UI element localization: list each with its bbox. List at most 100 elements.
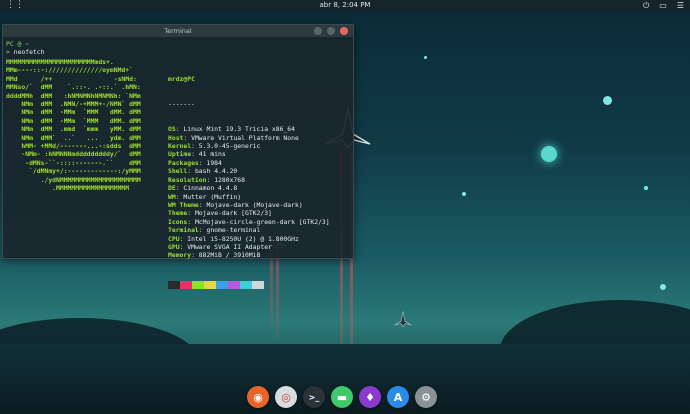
chrome-icon: ◎ [281,390,291,404]
color-swatch [252,280,264,289]
info-key: Kernel [168,142,192,151]
ascii-line: -dMNs-``-::::-------.`` dMM [6,158,141,167]
info-row: WM Theme: Mojave-dark (Mojave-dark) [168,200,303,209]
info-row: Host: VMware Virtual Platform None [168,133,299,142]
info-row: GPU: VMware SVGA II Adapter [168,242,272,251]
info-row: Shell: bash 4.4.20 [168,167,238,176]
info-key: OS [168,125,176,134]
info-row: WM: Mutter (Muffin) [168,192,242,201]
drive-icon[interactable]: ▭ [659,1,667,11]
top-panel: ⋮⋮ abr 8, 2:04 PM ⏻ ▭ ☰ [0,0,690,12]
terminal-window[interactable]: Terminal PC @ ~ > neofetch MMMMMMMMMMMMM… [2,24,354,289]
ascii-line: `/dMNmy+/:-------------:/yMMM [6,167,141,176]
info-row: DE: Cinnamon 4.4.8 [168,184,238,193]
info-row: Uptime: 41 mins [168,150,226,159]
info-key: Theme [168,209,188,218]
terminal-titlebar[interactable]: Terminal [3,25,353,37]
info-key: DE [168,184,176,193]
color-swatch [240,280,252,289]
info-value: 1984 [206,158,222,167]
prompt-symbol: > [6,48,10,57]
color-swatch [192,280,204,289]
info-value: 1280x768 [214,175,245,184]
dock-item-firefox[interactable]: ◉ [247,386,269,408]
maximize-button[interactable] [327,27,335,35]
dock: ◉ ◎ >_ ▬ ♦ A ⚙ [247,383,437,411]
ascii-line: hMM- +MMd/-------...-:sdds dMM [6,142,141,151]
ascii-line: NMm dMM .NMN/-+MMM+-/NMN` dMM [6,100,141,109]
info-key: Host [168,133,184,142]
torch-icon: ♦ [365,390,375,404]
ascii-line: .MMMMMMMMMMMMMMMMMMM [6,184,130,193]
shell-prompt: PC @ ~ [6,40,30,48]
info-value: Mutter (Muffin) [183,192,242,201]
info-row: OS: Linux Mint 19.3 Tricia x86_64 [168,125,295,134]
info-value: Mojave-dark [GTK2/3] [194,209,272,218]
info-value: 882MiB / 3910MiB [198,251,261,260]
color-swatch [216,280,228,289]
info-value: VMware SVGA II Adapter [187,242,272,251]
mint-ascii-logo: MMMMMMMMMMMMMMMMMMMMMMMmds+. MMm----::-:/… [6,58,141,193]
firefox-icon: ◉ [253,390,263,404]
settings-icon: ⚙ [421,390,431,404]
dock-item-torch[interactable]: ♦ [359,386,381,408]
info-value: Cinnamon 4.4.8 [183,184,238,193]
minimize-button[interactable] [314,27,322,35]
close-button[interactable] [340,27,348,35]
ascii-line: ./ydNMMMMMMMMMMMMMMMMMMMMM [6,175,141,184]
ascii-line: MMNso/` dMM `.::-. .-::.` .hMN: [6,83,141,92]
clock[interactable]: abr 8, 2:04 PM [0,1,690,9]
ascii-line: MMMMMMMMMMMMMMMMMMMMMMMmds+. [6,58,114,66]
info-value: VMware Virtual Platform None [191,133,299,142]
info-row: Icons: McMojave-circle-green-dark [GTK2/… [168,217,330,226]
power-icon[interactable]: ⏻ [643,1,649,11]
ascii-line: NMm dMM -MMm `MMM dMM. dMM [6,116,141,125]
dock-item-terminal[interactable]: >_ [303,386,325,408]
terminal-title: Terminal [164,27,192,35]
system-info: mrdz@PC ------- OS: Linux Mint 19.3 Tric… [168,58,330,305]
app-store-icon: A [393,390,403,404]
info-key: Terminal [168,226,199,235]
info-value: McMojave-circle-green-dark [GTK2/3] [194,217,330,226]
info-key: Shell [168,167,188,176]
star [660,284,666,290]
ascii-line: NMm dMM .mmd `mmm yMM. dMM [6,125,141,134]
info-key: CPU [168,234,180,243]
star [462,192,466,196]
planet [541,146,557,162]
info-key: GPU [168,242,180,251]
star [424,56,427,59]
planet [603,96,612,105]
color-palette [168,280,330,289]
ascii-line: NMm dMM` ..` ... ydm. dMM [6,133,141,142]
dock-item-chrome[interactable]: ◎ [275,386,297,408]
star [644,186,648,190]
terminal-icon: >_ [308,392,320,402]
dock-item-settings[interactable]: ⚙ [415,386,437,408]
color-swatch [180,280,192,289]
color-swatch [204,280,216,289]
ascii-line: ddddMMh dMM :hNMNMNhNMNMNh: `NMm [6,91,141,100]
info-row: Resolution: 1280x768 [168,175,245,184]
terminal-output[interactable]: PC @ ~ > neofetch MMMMMMMMMMMMMMMMMMMMMM… [3,37,353,289]
ascii-line: -NMm- :hNMNNNmdddddddddy/` dMM [6,150,141,159]
info-key: Memory [168,251,192,260]
info-key: Resolution [168,175,207,184]
starship-far [394,311,412,328]
info-row: Terminal: gnome-terminal [168,226,261,235]
info-key: Uptime [168,150,192,159]
menu-icon[interactable]: ☰ [677,1,684,11]
info-value: bash 4.4.20 [194,167,238,176]
info-value: 5.3.0-45-generic [198,142,261,151]
info-row: Theme: Mojave-dark [GTK2/3] [168,209,272,218]
info-key: Icons [168,217,188,226]
info-row: Kernel: 5.3.0-45-generic [168,142,261,151]
info-value: 41 mins [198,150,226,159]
dock-item-app-store[interactable]: A [387,386,409,408]
info-value: gnome-terminal [206,226,261,235]
info-key: WM Theme [168,200,199,209]
dock-item-files[interactable]: ▬ [331,386,353,408]
info-value: Linux Mint 19.3 Tricia x86_64 [183,125,295,134]
color-swatch [168,280,180,289]
folder-icon: ▬ [336,390,348,404]
